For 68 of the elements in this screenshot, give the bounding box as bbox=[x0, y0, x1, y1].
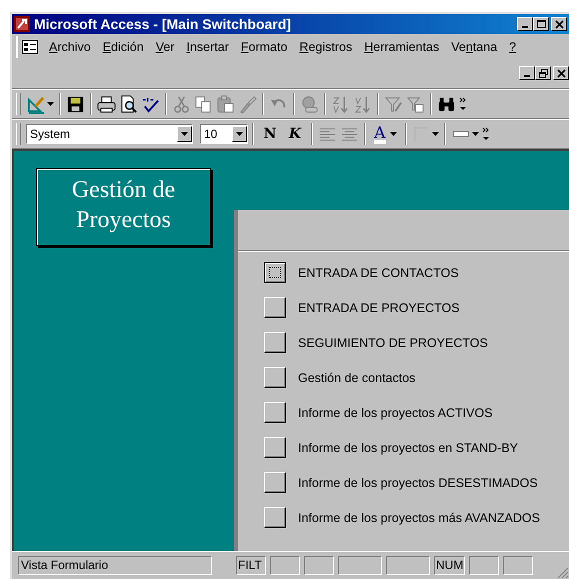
switchboard-option-label: SEGUIMIENTO DE PROYECTOS bbox=[298, 336, 488, 350]
close-button[interactable] bbox=[553, 66, 569, 80]
two-pages-icon bbox=[194, 94, 213, 114]
switchboard-option-label: ENTRADA DE PROYECTOS bbox=[298, 300, 460, 314]
menu-item[interactable]: Archivo bbox=[44, 38, 96, 56]
menu-item[interactable]: Formato bbox=[236, 38, 292, 56]
chevron-icon bbox=[482, 127, 490, 141]
scissors-icon bbox=[172, 94, 191, 114]
line-width-icon bbox=[452, 131, 469, 137]
filter-form-icon bbox=[406, 94, 425, 114]
caret-icon bbox=[47, 102, 54, 106]
status-indicator: NUM bbox=[434, 556, 466, 575]
page-magnifier-icon bbox=[119, 94, 138, 114]
caret-icon bbox=[181, 132, 188, 136]
brush-icon bbox=[238, 94, 257, 114]
status-panel bbox=[469, 556, 500, 575]
caret-icon bbox=[472, 132, 479, 136]
design-icon bbox=[27, 94, 46, 114]
restore-button[interactable] bbox=[535, 66, 551, 80]
caret-icon bbox=[390, 132, 397, 136]
menu-item[interactable]: Ver bbox=[150, 38, 180, 56]
status-indicator: FILT bbox=[236, 556, 266, 575]
switchboard-option-label: Informe de los proyectos DESESTIMADOS bbox=[298, 476, 538, 490]
status-panel bbox=[270, 556, 300, 575]
font-dropdown[interactable]: System bbox=[26, 124, 193, 144]
filter-icon bbox=[384, 94, 403, 114]
restore-icon bbox=[538, 68, 548, 78]
switchboard-option-label: ENTRADA DE CONTACTOS bbox=[298, 266, 459, 280]
resize-grip-icon bbox=[557, 567, 569, 579]
menu-item[interactable]: Herramientas bbox=[359, 38, 444, 56]
form-icon bbox=[22, 40, 38, 54]
menu-item[interactable]: Insertar bbox=[181, 38, 234, 56]
italic-button[interactable]: K bbox=[283, 123, 307, 145]
switchboard-option-label: Informe de los proyectos en STAND-BY bbox=[298, 440, 518, 454]
status-panel bbox=[304, 556, 334, 575]
close-icon bbox=[556, 68, 566, 78]
switchboard-option-label: Gestión de contactos bbox=[298, 370, 416, 384]
maximize-button[interactable] bbox=[533, 17, 549, 31]
switchboard-button[interactable] bbox=[264, 262, 286, 283]
close-button[interactable] bbox=[551, 17, 567, 31]
sort-ascending-icon bbox=[331, 94, 350, 114]
status-panel bbox=[503, 556, 534, 575]
clipboard-icon bbox=[216, 94, 235, 114]
status-panel bbox=[386, 556, 430, 575]
status-panel bbox=[338, 556, 382, 575]
menu-item[interactable]: Edición bbox=[98, 38, 149, 56]
window-title: Microsoft Access - [Main Switchboard] bbox=[34, 16, 292, 32]
switchboard-option-label: Informe de los proyectos más AVANZADOS bbox=[298, 510, 540, 524]
caret-icon bbox=[432, 132, 439, 136]
minimize-button[interactable] bbox=[517, 17, 533, 31]
minimize-icon bbox=[524, 75, 530, 77]
menu-item[interactable]: Registros bbox=[294, 38, 358, 56]
font-color-button[interactable]: A bbox=[370, 123, 401, 145]
menu-item[interactable]: ? bbox=[504, 38, 522, 56]
bold-button[interactable]: N bbox=[258, 123, 282, 145]
status-text: Vista Formulario bbox=[18, 556, 212, 575]
sort-descending-icon bbox=[353, 94, 372, 114]
printer-icon bbox=[97, 94, 116, 114]
close-icon bbox=[554, 20, 564, 28]
switchboard-title: Gestión de Proyectos bbox=[36, 168, 211, 246]
caret-icon bbox=[236, 132, 243, 136]
font-size-dropdown[interactable]: 10 bbox=[200, 124, 248, 144]
menu-item[interactable]: Ventana bbox=[446, 38, 502, 56]
minimize-button[interactable] bbox=[519, 66, 535, 80]
max-icon bbox=[536, 20, 546, 28]
switchboard-option-label: Informe de los proyectos ACTIVOS bbox=[298, 406, 493, 420]
minimize-icon bbox=[522, 26, 528, 28]
chevron-icon bbox=[459, 97, 467, 111]
